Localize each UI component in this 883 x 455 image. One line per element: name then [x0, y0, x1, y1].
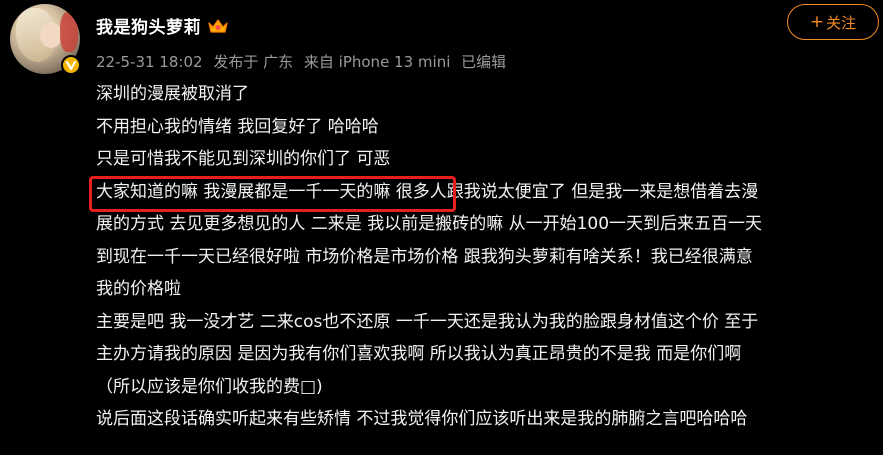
username[interactable]: 我是狗头萝莉: [96, 13, 201, 38]
edited-label[interactable]: 已编辑: [461, 53, 506, 71]
weibo-post: 我是狗头萝莉 22-5-31 18:02 发布于 广东 来自 iPhone 13…: [0, 0, 883, 455]
avatar-face: [40, 22, 62, 48]
post-date[interactable]: 22-5-31 18:02: [96, 53, 203, 71]
post-line: 深圳的漫展被取消了: [96, 84, 249, 104]
post-line: 说后面这段话确实听起来有些矫情 不过我觉得你们应该听出来是我的肺腑之言吧哈哈哈: [96, 409, 748, 429]
post-line: 大家知道的嘛 我漫展都是一千一天的嘛 很多人跟我说太便宜了 但是我一来是想借着去…: [96, 181, 759, 202]
post-line: 到现在一千一天已经很好啦 市场价格是市场价格 跟我狗头萝莉有啥关系！我已经很满意: [96, 246, 753, 267]
post-line: （所以应该是你们收我的费□): [96, 376, 323, 397]
plus-icon: +: [809, 12, 825, 32]
post-line: 主办方请我的原因 是因为我有你们喜欢我啊 所以我认为真正昂贵的不是我 而是你们啊: [96, 344, 742, 364]
post-source: 来自 iPhone 13 mini: [303, 53, 451, 71]
post-line: 我的价格啦: [96, 279, 181, 299]
post-content: 深圳的漫展被取消了 不用担心我的情绪 我回复好了 哈哈哈 只是可惜我不能见到深圳…: [96, 78, 876, 436]
post-meta: 22-5-31 18:02 发布于 广东 来自 iPhone 13 mini 已…: [96, 51, 512, 72]
verified-icon: [61, 55, 81, 75]
username-row: 我是狗头萝莉: [96, 13, 229, 38]
follow-label: 关注: [826, 13, 857, 32]
post-line: 只是可惜我不能见到深圳的你们了 可恶: [96, 149, 391, 169]
post-location: 发布于 广东: [213, 53, 294, 71]
post-line: 主要是吧 我一没才艺 二来cos也不还原 一千一天还是我认为我的脸跟身材值这个价…: [96, 311, 759, 332]
crown-badge-icon: [207, 17, 229, 35]
avatar-accent: [60, 12, 78, 52]
post-line: 展的方式 去见更多想见的人 二来是 我以前是搬砖的嘛 从一开始100一天到后来五…: [96, 214, 763, 234]
post-line: 不用担心我的情绪 我回复好了 哈哈哈: [96, 116, 379, 137]
follow-button[interactable]: + 关注: [787, 4, 879, 40]
